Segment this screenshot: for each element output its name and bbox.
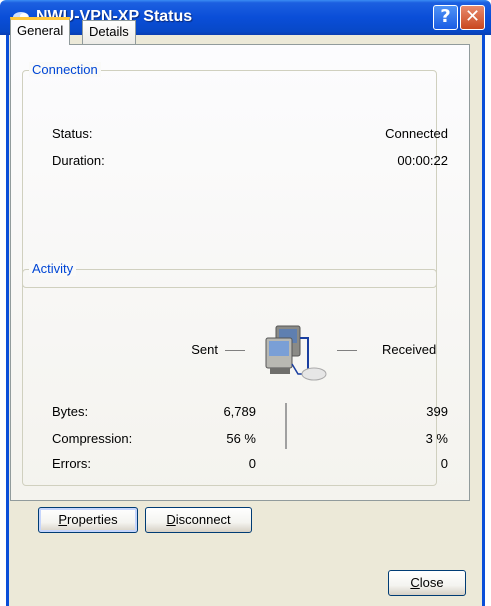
connection-group: Connection (22, 62, 437, 288)
duration-label: Duration: (52, 153, 105, 168)
received-label: Received (382, 342, 437, 357)
tab-details[interactable]: Details (82, 20, 136, 44)
activity-divider (285, 403, 287, 449)
close-label: lose (419, 575, 444, 590)
errors-received: 0 (440, 456, 448, 471)
compression-label: Compression: (52, 431, 133, 446)
sent-line (225, 350, 245, 351)
compression-received: 3 % (425, 431, 448, 446)
compression-sent: 56 % (226, 431, 256, 446)
bytes-label: Bytes: (52, 404, 89, 419)
errors-label: Errors: (52, 456, 91, 471)
bytes-received: 399 (426, 404, 448, 419)
received-line (337, 350, 357, 351)
properties-button[interactable]: Properties (38, 507, 138, 533)
close-mnemonic: C (410, 575, 420, 590)
close-window-button[interactable]: ✕ (460, 5, 485, 30)
bytes-sent: 6,789 (223, 404, 256, 419)
disconnect-label: isconnect (175, 512, 231, 527)
duration-value: 00:00:22 (397, 153, 448, 168)
tab-general[interactable]: General (10, 17, 71, 45)
connection-legend: Connection (29, 62, 101, 77)
title-bar[interactable]: NWU-VPN-XP Status ? ✕ (0, 0, 491, 35)
sent-label: Sent (191, 342, 218, 357)
properties-label: roperties (67, 512, 118, 527)
status-dialog: NWU-VPN-XP Status ? ✕ Details General Co… (0, 0, 491, 606)
close-button[interactable]: Close (388, 570, 466, 596)
network-computers-icon (265, 325, 327, 381)
status-value: Connected (385, 126, 448, 141)
activity-group: Activity (22, 261, 437, 486)
help-button[interactable]: ? (433, 5, 458, 30)
activity-legend: Activity (29, 261, 77, 276)
status-label: Status: (52, 126, 93, 141)
disconnect-button[interactable]: Disconnect (145, 507, 252, 533)
errors-sent: 0 (248, 456, 256, 471)
properties-mnemonic: P (58, 512, 68, 527)
disconnect-mnemonic: D (166, 512, 176, 527)
